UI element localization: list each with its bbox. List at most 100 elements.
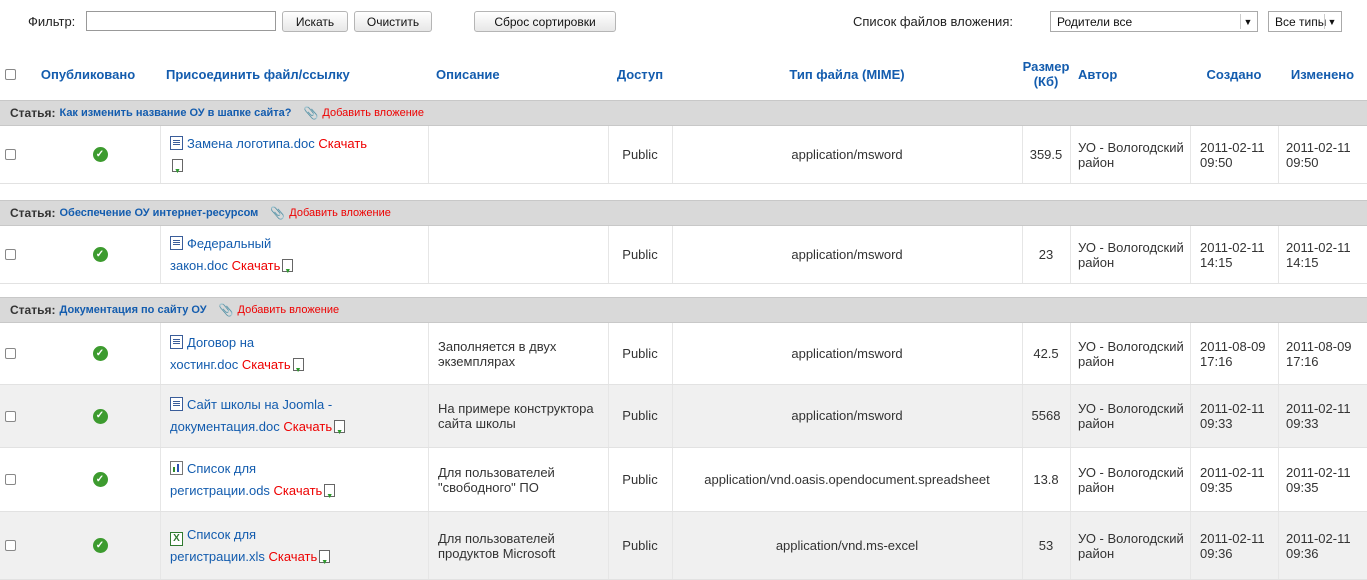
file-name-link-cont[interactable]: регистрации.xls	[170, 549, 265, 564]
file-name-link-cont[interactable]: закон.doc	[170, 258, 228, 273]
attachment-line: Список для	[170, 458, 335, 480]
add-attachment-link[interactable]: Добавить вложение	[322, 107, 424, 119]
download-icon[interactable]	[324, 483, 336, 508]
col-description[interactable]: Описание	[428, 48, 608, 100]
col-access[interactable]: Доступ	[608, 48, 672, 100]
article-title-link[interactable]: Документация по сайту ОУ	[59, 304, 206, 316]
size-cell: 42.5	[1033, 345, 1059, 361]
modified-cell: 2011-02-11 09:50	[1286, 139, 1351, 170]
description-cell: Заполняется в двух экземплярах	[438, 338, 557, 369]
download-link[interactable]: Скачать	[283, 419, 332, 434]
add-attachment-link[interactable]: Добавить вложение	[238, 304, 340, 316]
file-name-link[interactable]: Договор на	[187, 335, 254, 350]
file-name-link[interactable]: Список для	[187, 461, 256, 476]
file-name-link[interactable]: Замена логотипа.doc	[187, 136, 315, 151]
published-check-icon[interactable]: ✓	[92, 147, 108, 162]
table-row: ✓ Сайт школы на Joomla - документация.doc …	[0, 385, 1367, 448]
list-files-label: Список файлов вложения:	[853, 14, 1013, 29]
created-cell: 2011-02-11 09:35	[1200, 464, 1265, 495]
file-name-link[interactable]: Список для	[187, 527, 256, 542]
col-created[interactable]: Создано	[1190, 48, 1278, 100]
add-attachment-link[interactable]: Добавить вложение	[289, 207, 391, 219]
mime-cell: application/msword	[791, 408, 903, 423]
article-title-link[interactable]: Как изменить название ОУ в шапке сайта?	[59, 107, 291, 119]
excel-xls-icon: X	[170, 531, 183, 546]
types-select[interactable]: Все типы ▼	[1268, 11, 1342, 32]
published-cell: ✓	[70, 126, 130, 183]
word-doc-icon	[170, 334, 183, 349]
row-checkbox[interactable]	[4, 540, 16, 551]
mime-cell: application/msword	[791, 246, 903, 262]
col-mime[interactable]: Тип файла (MIME)	[672, 48, 1022, 100]
col-author[interactable]: Автор	[1070, 48, 1190, 100]
article-label: Статья:	[10, 303, 56, 317]
attachment-file: Замена логотипа.doc Скачать	[170, 133, 367, 183]
filter-input[interactable]	[86, 11, 276, 31]
published-cell: ✓	[70, 448, 130, 511]
author-cell: УО - Вологодский район	[1078, 530, 1184, 561]
file-name-link[interactable]: Федеральный	[187, 236, 271, 251]
modified-cell: 2011-02-11 09:35	[1286, 464, 1351, 495]
file-name-link-cont[interactable]: хостинг.doc	[170, 357, 238, 372]
file-name-link-cont[interactable]: регистрации.ods	[170, 483, 270, 498]
col-modified[interactable]: Изменено	[1278, 48, 1367, 100]
author-cell: УО - Вологодский район	[1078, 239, 1184, 270]
download-icon[interactable]	[292, 357, 304, 382]
attachment-line: X Список для	[170, 524, 330, 546]
col-published[interactable]: Опубликовано	[16, 48, 160, 100]
search-button[interactable]: Искать	[282, 11, 348, 32]
description-cell	[428, 226, 608, 283]
attachment-line: документация.doc Скачать	[170, 416, 346, 444]
row-select-cell	[0, 512, 20, 579]
published-check-icon[interactable]: ✓	[92, 472, 108, 487]
row-checkbox[interactable]	[4, 474, 16, 485]
row-select-cell	[0, 126, 20, 183]
modified-cell: 2011-02-11 09:33	[1286, 401, 1351, 431]
attachment-file: Список для регистрации.ods Скачать	[170, 458, 336, 508]
attachment-cell: Список для регистрации.ods Скачать	[160, 448, 428, 511]
file-name-link[interactable]: Сайт школы на Joomla -	[187, 397, 332, 412]
published-cell: ✓	[70, 512, 130, 579]
attachment-line: регистрации.ods Скачать	[170, 480, 336, 508]
download-icon[interactable]	[172, 158, 183, 183]
col-attach[interactable]: Присоединить файл/ссылку	[160, 48, 428, 100]
download-icon[interactable]	[319, 549, 331, 574]
created-cell: 2011-02-11 09:50	[1200, 139, 1265, 170]
published-cell: ✓	[70, 323, 130, 384]
size-cell: 359.5	[1029, 146, 1063, 162]
modified-cell: 2011-08-09 17:16	[1286, 338, 1352, 369]
download-link[interactable]: Скачать	[242, 357, 291, 372]
row-checkbox[interactable]	[4, 348, 16, 359]
article-group-header: Статья: Как изменить название ОУ в шапке …	[0, 100, 1367, 126]
download-link[interactable]: Скачать	[268, 549, 317, 564]
col-size[interactable]: Размер (Кб)	[1022, 48, 1070, 100]
modified-cell: 2011-02-11 14:15	[1286, 239, 1351, 270]
published-check-icon[interactable]: ✓	[92, 247, 108, 262]
download-icon[interactable]	[282, 258, 294, 283]
article-group-header: Статья: Обеспечение ОУ интернет-ресурсом 📎…	[0, 200, 1367, 226]
description-cell	[428, 126, 608, 183]
attachment-cell: Федеральный закон.doc Скачать	[160, 226, 428, 283]
download-icon[interactable]	[334, 420, 346, 444]
published-check-icon[interactable]: ✓	[92, 408, 108, 424]
row-checkbox[interactable]	[4, 249, 16, 260]
parents-select[interactable]: Родители все ▼	[1050, 11, 1258, 32]
clear-button[interactable]: Очистить	[354, 11, 432, 32]
download-link[interactable]: Скачать	[274, 483, 323, 498]
created-cell: 2011-08-09 17:16	[1200, 338, 1266, 369]
attachment-file: X Список для регистрации.xls Скачать	[170, 524, 331, 574]
chevron-down-icon: ▼	[1240, 14, 1255, 29]
published-check-icon[interactable]: ✓	[92, 346, 108, 361]
row-checkbox[interactable]	[4, 410, 16, 422]
download-link[interactable]: Скачать	[232, 258, 281, 273]
article-title-link[interactable]: Обеспечение ОУ интернет-ресурсом	[59, 207, 258, 219]
created-cell: 2011-02-11 14:15	[1200, 239, 1265, 270]
reset-sort-button[interactable]: Сброс сортировки	[474, 11, 616, 32]
published-check-icon[interactable]: ✓	[92, 538, 108, 553]
file-name-link-cont[interactable]: документация.doc	[170, 419, 280, 434]
select-all-checkbox[interactable]	[4, 68, 16, 80]
row-checkbox[interactable]	[4, 149, 16, 160]
access-cell: Public	[622, 345, 658, 361]
download-link[interactable]: Скачать	[318, 136, 367, 151]
attachment-line: Замена логотипа.doc Скачать	[170, 133, 367, 155]
